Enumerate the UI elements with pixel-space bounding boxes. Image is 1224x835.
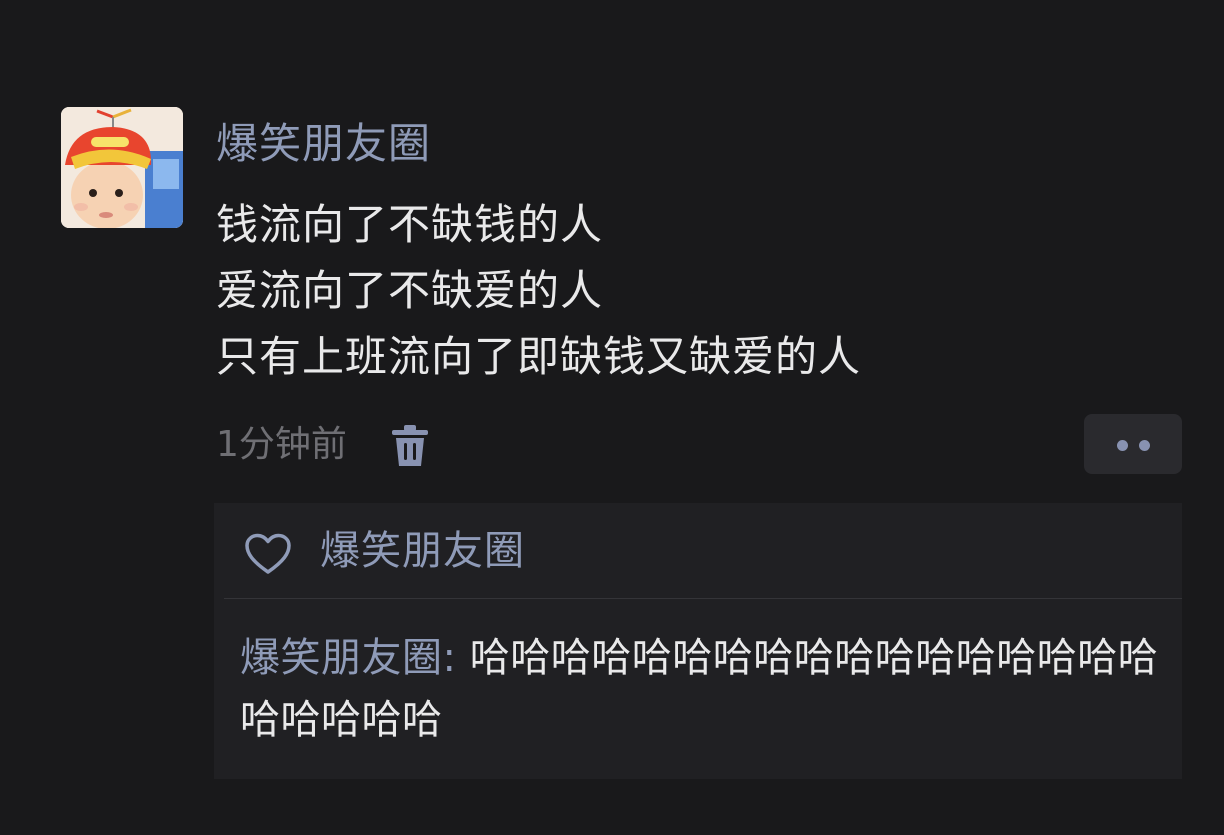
more-button[interactable] [1084,414,1182,474]
interactions-panel: 爆笑朋友圈 爆笑朋友圈: 哈哈哈哈哈哈哈哈哈哈哈哈哈哈哈哈哈哈哈哈哈哈 [214,503,1182,779]
post-text-line: 钱流向了不缺钱的人 [216,200,604,249]
comment-separator: : [442,635,470,681]
trash-icon[interactable] [390,424,430,468]
post-author-name[interactable]: 爆笑朋友圈 [216,116,431,172]
post-text-line: 只有上班流向了即缺钱又缺爱的人 [216,332,862,381]
comment-author[interactable]: 爆笑朋友圈 [240,635,443,681]
more-dots-icon [1117,440,1128,451]
heart-icon [244,533,292,575]
post-text-line: 爱流向了不缺爱的人 [216,266,604,315]
post-timestamp: 1分钟前 [216,424,347,465]
post-text: 钱流向了不缺钱的人 爱流向了不缺爱的人 只有上班流向了即缺钱又缺爱的人 [216,192,861,390]
avatar[interactable] [61,107,183,228]
divider [224,598,1182,599]
more-dots-icon [1139,440,1150,451]
comment[interactable]: 爆笑朋友圈: 哈哈哈哈哈哈哈哈哈哈哈哈哈哈哈哈哈哈哈哈哈哈 [240,627,1172,751]
like-user-name[interactable]: 爆笑朋友圈 [320,523,525,579]
